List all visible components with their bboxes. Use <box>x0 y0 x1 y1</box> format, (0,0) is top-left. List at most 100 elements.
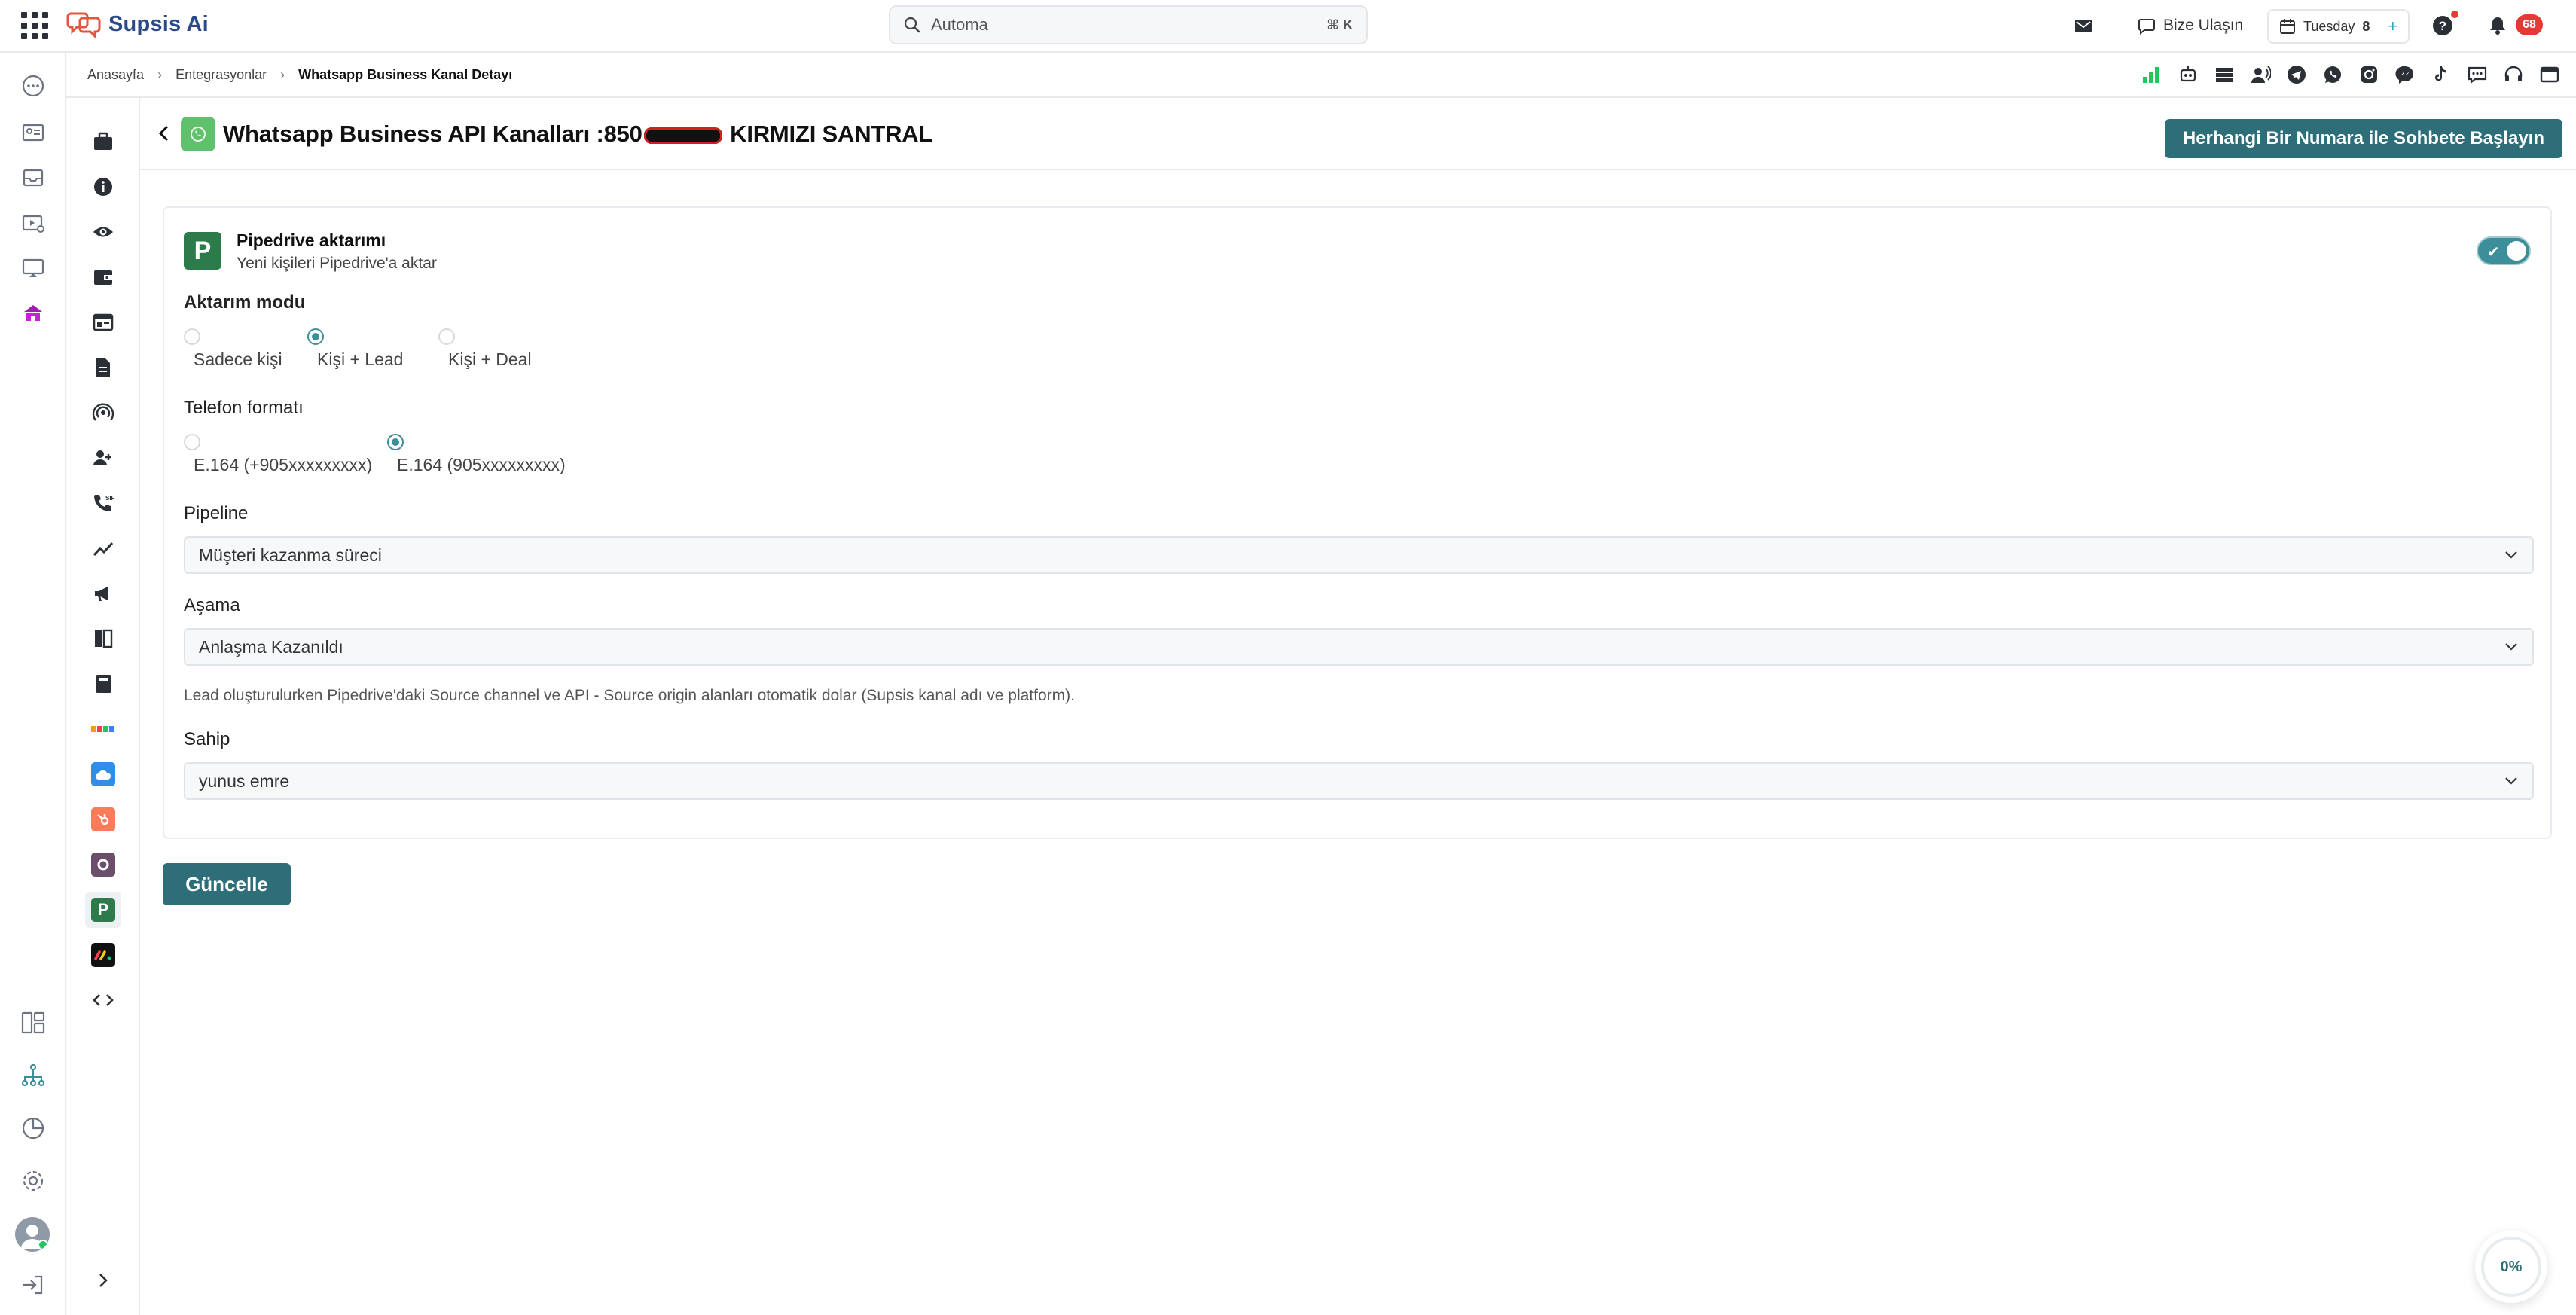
breadcrumb: Anasayfa › Entegrasyonlar › Whatsapp Bus… <box>66 53 2576 98</box>
owner-label: Sahip <box>184 729 230 749</box>
app-name: Supsis Ai <box>108 11 209 36</box>
voice-user-icon[interactable] <box>2249 63 2272 86</box>
progress-indicator[interactable]: 0% <box>2475 1231 2547 1303</box>
hubspot-app-icon[interactable] <box>85 801 121 838</box>
megaphone-icon[interactable] <box>85 575 121 612</box>
pipedrive-app-icon[interactable]: P <box>85 892 121 928</box>
radio-circle <box>307 328 324 345</box>
layout-panels-icon[interactable] <box>17 1006 50 1039</box>
expand-chevron-icon[interactable] <box>85 1262 121 1298</box>
breadcrumb-integrations[interactable]: Entegrasyonlar <box>175 67 267 83</box>
whatsapp-channel-icon <box>181 117 215 151</box>
mode-radio-contact-lead[interactable]: Kişi + Lead <box>307 328 403 369</box>
settings-gear-icon[interactable] <box>17 1164 50 1198</box>
phone-radio-plain[interactable]: E.164 (905xxxxxxxxx) <box>387 434 566 474</box>
user-avatar[interactable] <box>15 1217 50 1252</box>
stage-select[interactable]: Anlaşma Kazanıldı <box>184 628 2534 666</box>
tiktok-icon[interactable] <box>2430 63 2452 86</box>
bot-icon[interactable] <box>2177 63 2199 86</box>
online-status-dot <box>38 1240 48 1250</box>
toggle-knob <box>2507 241 2526 261</box>
contacts-card-icon[interactable] <box>17 116 50 149</box>
owner-value: yunus emre <box>199 770 290 791</box>
integrations-home-icon[interactable] <box>17 297 50 330</box>
monitor-icon[interactable] <box>17 252 50 285</box>
radio-circle <box>184 434 200 450</box>
pipedrive-enable-toggle[interactable]: ✔ <box>2477 236 2531 265</box>
start-chat-button[interactable]: Herhangi Bir Numara ile Sohbete Başlayın <box>2164 119 2562 158</box>
monday-app-icon[interactable] <box>85 937 121 973</box>
progress-ring <box>2481 1237 2541 1297</box>
document-icon[interactable] <box>85 349 121 386</box>
list-stack-icon[interactable] <box>2213 63 2236 86</box>
akakce-app-icon[interactable] <box>85 711 121 747</box>
owner-select[interactable]: yunus emre <box>184 762 2534 800</box>
window-icon[interactable] <box>2538 63 2561 86</box>
ring-app-icon[interactable] <box>85 847 121 883</box>
date-picker[interactable]: Tuesday 8 + <box>2267 9 2410 44</box>
sip-phone-icon[interactable]: SIP <box>85 485 121 521</box>
phone-format-label: Telefon formatı <box>184 398 304 418</box>
browser-window-icon[interactable] <box>85 304 121 340</box>
pipedrive-settings-card: P Pipedrive aktarımı Yeni kişileri Piped… <box>163 206 2552 839</box>
whatsapp-icon[interactable] <box>2321 63 2344 86</box>
stage-value: Anlaşma Kazanıldı <box>199 636 343 657</box>
toolbox-icon[interactable] <box>85 124 121 160</box>
apps-grid-icon[interactable] <box>21 12 48 39</box>
chevron-down-icon <box>2504 776 2519 786</box>
wallet-icon[interactable] <box>85 259 121 295</box>
pipeline-select[interactable]: Müşteri kazanma süreci <box>184 536 2534 574</box>
bell-icon[interactable] <box>2487 8 2508 44</box>
instagram-icon[interactable] <box>2358 63 2380 86</box>
breadcrumb-chevron-icon: › <box>157 66 163 82</box>
inbox-icon[interactable] <box>17 161 50 194</box>
broadcast-icon[interactable] <box>85 395 121 431</box>
redacted-number <box>643 127 722 144</box>
breadcrumb-home[interactable]: Anasayfa <box>87 67 144 83</box>
radio-label: E.164 (905xxxxxxxxx) <box>397 455 566 474</box>
chat-bubble-icon <box>2138 19 2155 35</box>
telegram-icon[interactable] <box>2285 63 2308 86</box>
chat-icon[interactable] <box>17 69 50 102</box>
main-sidebar <box>0 53 66 1315</box>
flow-tree-icon[interactable] <box>17 1059 50 1092</box>
lead-source-note: Lead oluşturulurken Pipedrive'daki Sourc… <box>184 687 1075 704</box>
notification-badge: 68 <box>2516 14 2543 35</box>
messenger-icon[interactable] <box>2394 63 2416 86</box>
pipedrive-logo-icon: P <box>184 232 221 270</box>
video-settings-icon[interactable] <box>17 206 50 240</box>
sms-icon[interactable] <box>2466 63 2489 86</box>
mode-radio-contact-deal[interactable]: Kişi + Deal <box>438 328 532 369</box>
eye-icon[interactable] <box>85 214 121 250</box>
add-user-icon[interactable] <box>85 440 121 476</box>
headset-icon[interactable] <box>2502 63 2525 86</box>
reports-pie-icon[interactable] <box>17 1112 50 1145</box>
contact-us-button[interactable]: Bize Ulaşın <box>2138 8 2243 44</box>
page-title: Whatsapp Business API Kanalları :850 KIR… <box>223 121 932 148</box>
transfer-mode-label: Aktarım modu <box>184 292 306 313</box>
compare-icon[interactable] <box>85 621 121 657</box>
cloud-app-icon[interactable] <box>85 756 121 792</box>
search-input[interactable]: Automa ⌘ K <box>889 5 1368 44</box>
analytics-line-icon[interactable] <box>85 530 121 566</box>
back-chevron-icon[interactable] <box>155 123 173 144</box>
integrations-sidebar: SIP P <box>66 98 140 1315</box>
chevron-down-icon <box>2504 550 2519 560</box>
channel-shortcuts <box>2141 63 2561 86</box>
code-icon[interactable] <box>85 982 121 1018</box>
info-icon[interactable] <box>85 169 121 205</box>
pipeline-value: Müşteri kazanma süreci <box>199 545 382 565</box>
add-icon[interactable]: + <box>2388 17 2397 36</box>
stage-label: Aşama <box>184 595 240 615</box>
pipedrive-title: Pipedrive aktarımı <box>237 230 386 250</box>
page-header: Whatsapp Business API Kanalları :850 KIR… <box>140 98 2576 170</box>
logout-icon[interactable] <box>17 1268 50 1301</box>
book-icon[interactable] <box>85 666 121 702</box>
phone-radio-plus[interactable]: E.164 (+905xxxxxxxxx) <box>184 434 372 474</box>
breadcrumb-chevron-icon: › <box>280 66 285 82</box>
signal-bars-icon[interactable] <box>2141 63 2163 86</box>
update-button[interactable]: Güncelle <box>163 863 291 905</box>
app-logo[interactable]: Supsis Ai <box>66 6 209 42</box>
mode-radio-contact-only[interactable]: Sadece kişi <box>184 328 282 369</box>
mail-icon[interactable] <box>2073 8 2094 44</box>
